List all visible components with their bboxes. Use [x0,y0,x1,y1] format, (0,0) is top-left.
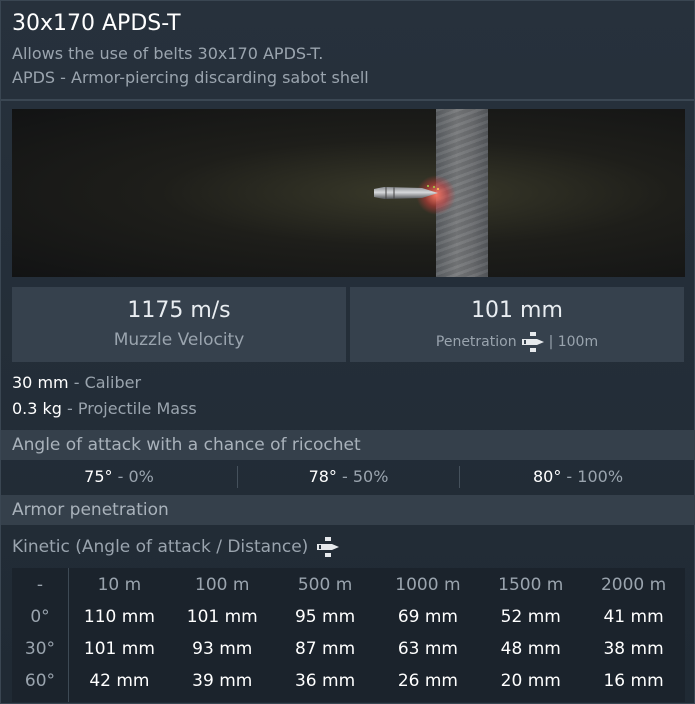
ricochet-item: 78° - 50% [238,462,459,492]
penetration-cell: 20 mm [500,671,561,691]
penetration-cell: 48 mm [500,639,561,659]
projectile-image [374,185,439,199]
kinetic-label: Kinetic (Angle of attack / Distance) [12,537,309,557]
projectile-mass-property: 0.3 kg - Projectile Mass [12,399,197,418]
caliber-property: 30 mm - Caliber [12,373,141,392]
header-divider [1,99,695,101]
penetration-value: 101 mm [471,298,563,323]
shell-impact-preview [12,109,685,277]
shell-icon [317,537,340,557]
distance-column-header: 1000 m [395,575,461,595]
armor-penetration-section-header: Armor penetration [1,495,695,525]
penetration-distance: | 100m [548,334,599,350]
distance-column-header: 2000 m [600,575,667,595]
ammo-title: 30x170 APDS-T [12,11,181,36]
penetration-caption: Penetration | 100m [350,332,684,352]
penetration-panel: 101 mm Penetration | 100m [350,287,684,362]
muzzle-velocity-value: 1175 m/s [127,298,231,323]
ricochet-chance: - 100% [561,467,624,486]
distance-column-header: 100 m [195,575,250,595]
distance-column-header: 500 m [297,575,353,595]
penetration-cell: 38 mm [603,639,664,659]
penetration-cell: 39 mm [192,671,253,691]
kinetic-caption: Kinetic (Angle of attack / Distance) [12,537,340,557]
penetration-label: Penetration [435,334,517,350]
caliber-label: - Caliber [68,373,142,392]
penetration-cell: 52 mm [500,607,561,627]
penetration-cell: 87 mm [294,639,356,659]
angle-row-header: 0° [30,607,50,627]
angle-row-header: 30° [24,639,56,659]
penetration-cell: 101 mm [186,607,258,627]
ricochet-angle: 78° [308,467,337,486]
penetration-cell: 69 mm [397,607,458,627]
table-corner-cell: - [36,575,44,595]
penetration-cell: 95 mm [294,607,356,627]
distance-column-header: 1500 m [498,575,564,595]
penetration-cell: 36 mm [294,671,356,691]
ricochet-angle: 80° [532,467,562,486]
projectile-mass-value: 0.3 kg [12,399,62,418]
muzzle-velocity-label: Muzzle Velocity [113,330,245,350]
angle-row-header: 60° [24,671,56,691]
ricochet-item: 80° - 100% [460,462,695,492]
ammo-tooltip-card: 30x170 APDS-T Allows the use of belts 30… [0,0,695,704]
caliber-value: 30 mm [12,373,69,392]
ammo-description-belts: Allows the use of belts 30x170 APDS-T. [12,44,324,63]
penetration-table: - 10 m 100 m 500 m 1000 m 1500 m 2000 m 0° 110 m… [12,568,685,702]
penetration-cell: 16 mm [603,671,664,691]
penetration-cell: 101 mm [83,639,155,659]
projectile-mass-label: - Projectile Mass [61,399,197,418]
ricochet-section-header: Angle of attack with a chance of ricoche… [1,430,695,460]
penetration-cell: 41 mm [603,607,664,627]
penetration-cell: 63 mm [397,639,458,659]
ricochet-item: 75° - 0% [1,462,237,492]
shell-icon [521,332,544,352]
distance-column-header: 10 m [97,575,142,595]
penetration-cell: 26 mm [397,671,458,691]
penetration-cell: 110 mm [83,607,155,627]
penetration-cell: 93 mm [192,639,253,659]
ammo-description-type: APDS - Armor-piercing discarding sabot s… [12,68,369,87]
ricochet-angle: 75° [84,467,113,486]
ricochet-chance: - 50% [336,467,389,486]
muzzle-velocity-panel: 1175 m/s Muzzle Velocity [12,287,346,362]
ricochet-row: 75° - 0% 78° - 50% 80° - 100% [1,462,695,492]
ricochet-chance: - 0% [112,467,154,486]
penetration-cell: 42 mm [89,671,150,691]
